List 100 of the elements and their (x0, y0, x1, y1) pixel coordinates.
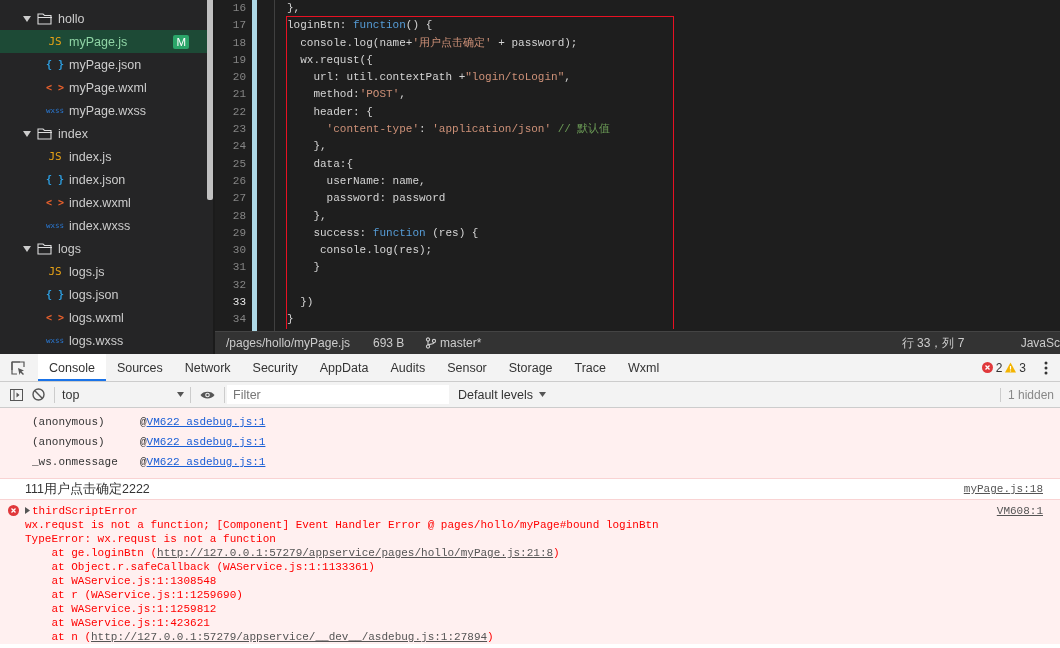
error-text: ) (487, 631, 494, 643)
line-number: 28 (231, 208, 247, 224)
braces-icon: { } (46, 59, 64, 70)
file-row[interactable]: < > logs.wxml (0, 306, 207, 329)
error-text: at WAService.js:1:423621 (50, 617, 210, 629)
code-line: password: password (325, 191, 447, 207)
filter-field[interactable]: Filter (227, 385, 449, 404)
function-name: (anonymous) (31, 416, 106, 428)
code-line: } (312, 260, 321, 276)
code-line: url: util.contextPath +"login/toLogin", (312, 70, 572, 86)
branch-name[interactable]: master* (440, 336, 482, 350)
code-line: method:'POST', (312, 87, 407, 103)
code-line: console.log(res); (319, 243, 434, 259)
angle-brackets-icon: < > (46, 312, 64, 323)
code-line: }) (299, 295, 315, 311)
source-link[interactable]: VM622 asdebug.js:1 (146, 436, 266, 448)
file-row[interactable]: < > myPage.wxml (0, 76, 207, 99)
file-size: 693 B (373, 336, 406, 350)
devtools-tab[interactable]: Security (241, 354, 309, 381)
error-text: at r (WAService.js:1:1259690) (50, 589, 243, 601)
source-link[interactable]: myPage.js:18 (963, 483, 1043, 495)
levels-dropdown[interactable]: Default levels (458, 387, 534, 402)
dropdown-icon (539, 392, 547, 397)
code-line: } (287, 312, 295, 328)
folder-row[interactable]: hollo (0, 7, 207, 30)
file-row[interactable]: JS myPage.js M (0, 30, 207, 53)
code-line: userName: name, (325, 173, 427, 189)
devtools-tab[interactable]: AppData (308, 354, 380, 381)
braces-icon: { } (46, 289, 64, 300)
menu-icon[interactable] (1044, 361, 1048, 375)
line-number: 17 (231, 18, 247, 34)
source-link[interactable]: VM622 asdebug.js:1 (146, 456, 266, 468)
line-number: 25 (231, 156, 247, 172)
inspect-icon[interactable] (11, 361, 25, 375)
source-link[interactable]: VM622 asdebug.js:1 (146, 416, 266, 428)
function-name: _ws.onmessage (31, 456, 119, 468)
scrollbar-thumb[interactable] (207, 0, 213, 200)
sidebar-toggle-icon[interactable] (10, 388, 23, 401)
source-link[interactable]: VM608:1 (996, 504, 1043, 517)
code-line: loginBtn: function() { (287, 18, 434, 34)
angle-brackets-icon: < > (46, 82, 64, 93)
line-number: 29 (231, 225, 247, 241)
context-select[interactable]: top (55, 387, 190, 402)
line-number: 19 (231, 52, 247, 68)
function-name: (anonymous) (31, 436, 106, 448)
code-line: }, (312, 139, 328, 155)
line-number: 31 (231, 260, 247, 276)
line-number: 18 (231, 35, 247, 51)
error-text: at n ( (50, 631, 91, 643)
code-line: }, (286, 1, 302, 16)
clear-console-icon[interactable] (32, 388, 45, 401)
file-row[interactable]: { } logs.json (0, 283, 207, 306)
code-line: wx.requst({ (299, 52, 374, 68)
line-number: 26 (231, 173, 247, 189)
code-line: data:{ (312, 156, 354, 172)
file-row[interactable]: JS index.js (0, 145, 207, 168)
folder-icon (37, 242, 53, 255)
devtools-tab[interactable]: Network (173, 354, 242, 381)
code-line: header: { (312, 104, 374, 120)
folder-row[interactable]: index (0, 122, 207, 145)
error-text: at Object.r.safeCallback (WAService.js:1:1133361) (50, 561, 375, 573)
modified-badge: M (173, 34, 189, 49)
devtools-tab[interactable]: Storage (497, 354, 564, 381)
folder-icon (37, 12, 53, 25)
error-icon (8, 505, 19, 516)
code-line: console.log(name+'用户点击确定' + password); (299, 35, 579, 51)
line-number: 24 (231, 139, 247, 155)
line-number: 22 (231, 104, 247, 120)
line-number: 32 (231, 277, 247, 293)
error-text: TypeError: wx.requst is not a function (25, 533, 276, 545)
code-line: }, (312, 208, 328, 224)
line-number: 30 (231, 243, 247, 259)
devtools-tab[interactable]: Sensor (436, 354, 498, 381)
line-number: 34 (231, 312, 247, 328)
devtools-tab[interactable]: Console (38, 354, 106, 381)
file-row[interactable]: < > index.wxml (0, 191, 207, 214)
line-number: 16 (231, 1, 247, 16)
file-row[interactable]: { } index.json (0, 168, 207, 191)
stack-link[interactable]: http://127.0.0.1:57279/appservice/pages/hollo/myPage.js:21:8 (157, 547, 554, 559)
devtools-tab[interactable]: Audits (379, 354, 437, 381)
line-number: 20 (231, 70, 247, 86)
file-row[interactable]: JS logs.js (0, 260, 207, 283)
file-row[interactable]: { } myPage.json (0, 53, 207, 76)
line-number: 23 (231, 122, 247, 138)
eye-icon[interactable] (200, 389, 215, 400)
devtools-tab[interactable]: Trace (563, 354, 618, 381)
language-mode[interactable]: JavaSc (1020, 336, 1060, 350)
line-number: 27 (231, 191, 247, 207)
stack-link[interactable]: http://127.0.0.1:57279/appservice/__dev__/asdebug.js:1:27894 (91, 631, 488, 643)
js-file-icon: JS (46, 150, 64, 163)
folder-icon (37, 127, 53, 140)
folder-row[interactable]: logs (0, 237, 207, 260)
cursor-position[interactable]: 行 33，列 7 (901, 334, 1021, 352)
devtools-tab[interactable]: Sources (105, 354, 174, 381)
line-number: 21 (231, 87, 247, 103)
expand-arrow-icon[interactable] (25, 507, 30, 514)
code-line: success: function (res) { (312, 225, 480, 241)
warning-icon (1005, 362, 1017, 373)
devtools-tab[interactable]: Wxml (617, 354, 671, 381)
at-sign: @ (140, 436, 147, 448)
